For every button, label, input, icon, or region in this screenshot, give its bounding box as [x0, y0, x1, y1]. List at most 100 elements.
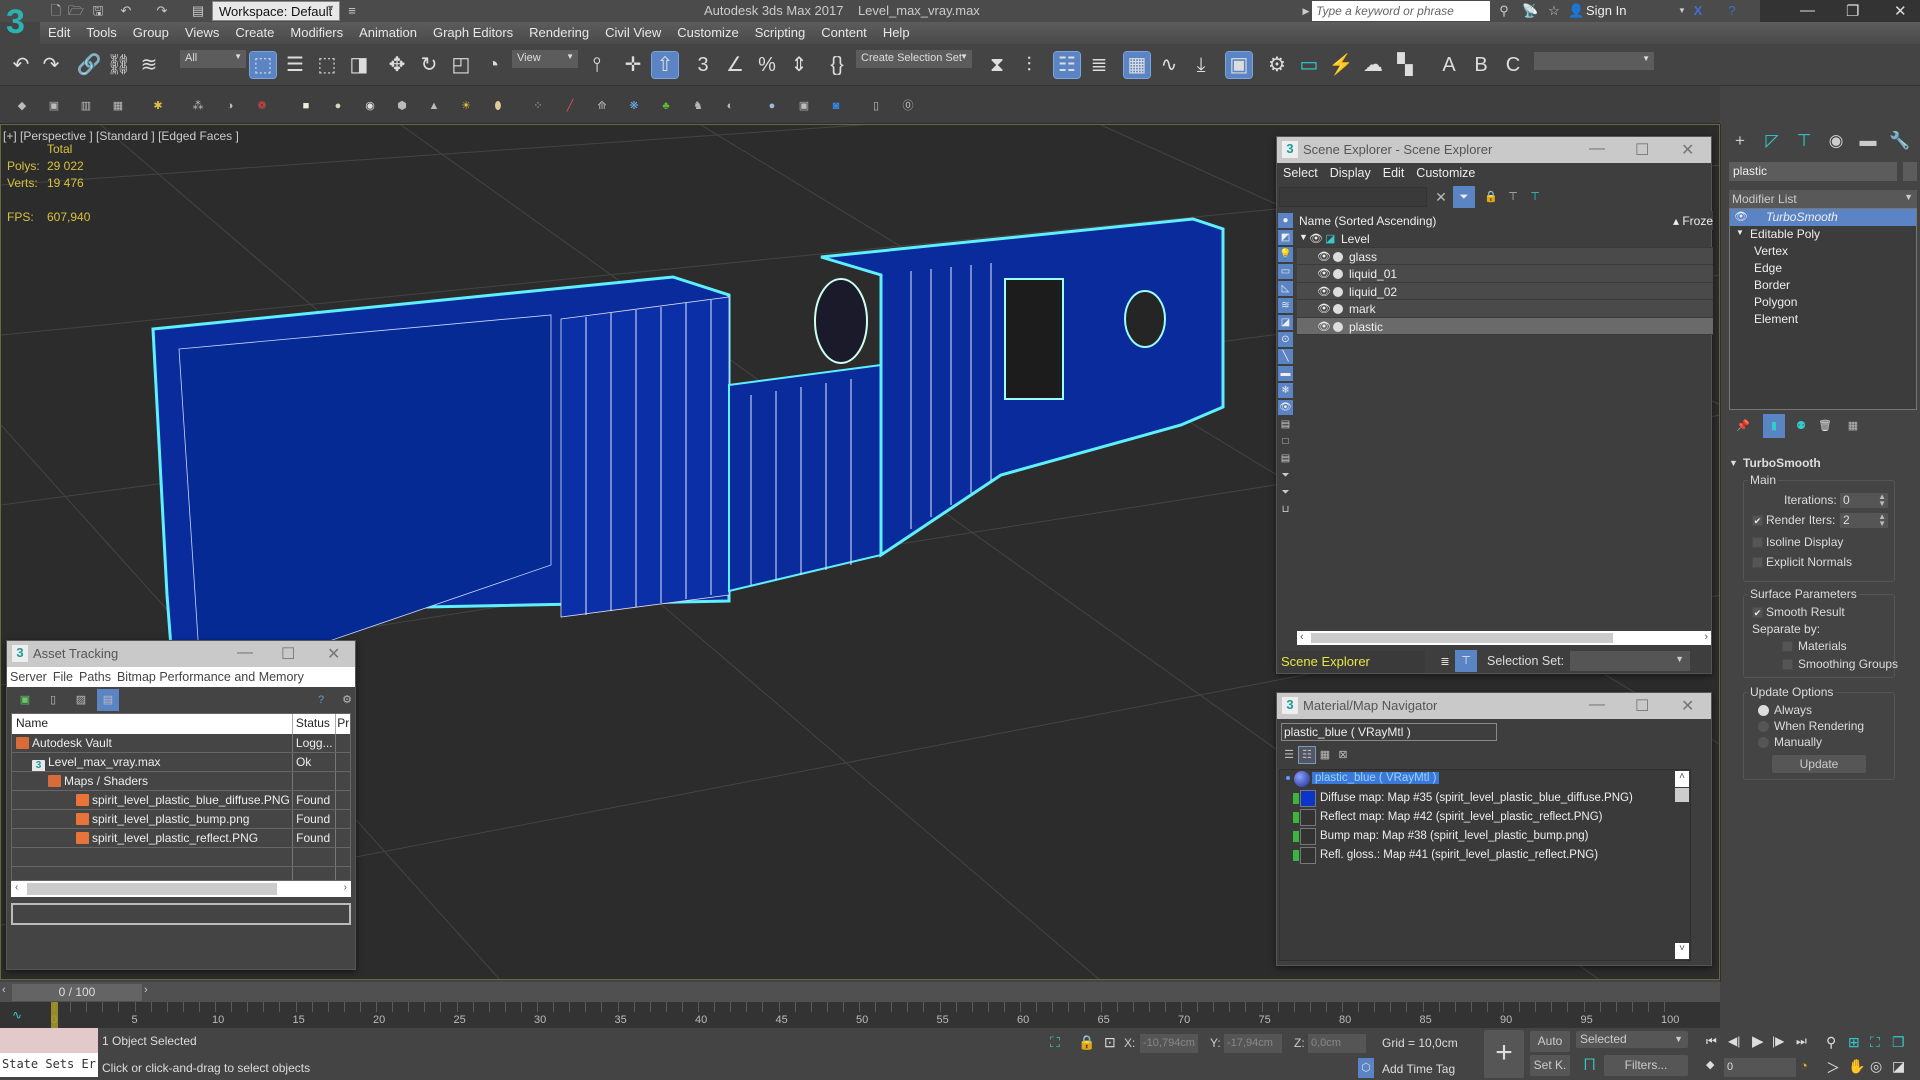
project-folder-icon[interactable]: ▤ — [190, 3, 206, 19]
rollout-title[interactable]: TurboSmooth — [1743, 456, 1821, 470]
maxscript-listener-output[interactable]: State Sets Er — [0, 1053, 98, 1077]
menu-create[interactable]: Create — [227, 22, 282, 43]
filter-icon[interactable]: ⏷ — [1278, 485, 1293, 500]
vray-sphere-icon[interactable]: ❋ — [626, 98, 642, 114]
make-unique-icon[interactable]: ⚉ — [1793, 418, 1809, 434]
list-view-icon[interactable]: ▯ — [45, 692, 61, 708]
previous-frame-icon[interactable]: ‹ — [2, 984, 6, 996]
toggle-ribbon-icon[interactable]: ▦ — [1123, 51, 1151, 79]
dummy-icon[interactable]: ⁂ — [190, 98, 206, 114]
search-input[interactable]: Type a keyword or phrase — [1312, 1, 1490, 21]
sun-icon[interactable]: ☀ — [458, 98, 474, 114]
visibility-eye-icon[interactable]: 👁 — [1317, 320, 1331, 333]
stack-subobject-border[interactable]: Border — [1730, 277, 1916, 294]
smooth-result-checkbox[interactable]: ✔ — [1752, 607, 1763, 618]
favorites-star-icon[interactable]: ☆ — [1546, 3, 1562, 19]
next-key-icon[interactable]: |▶ — [1772, 1034, 1784, 1048]
menu-customize[interactable]: Customize — [669, 22, 746, 43]
maximize-viewport-icon[interactable]: ◪ — [1892, 1058, 1905, 1075]
scene-horizontal-scrollbar[interactable]: ‹ › — [1297, 631, 1711, 645]
redo-icon[interactable]: ↷ — [38, 52, 64, 78]
current-frame-field[interactable]: 0 — [1724, 1058, 1796, 1077]
menu-server[interactable]: Server — [7, 667, 50, 687]
modifier-list-dropdown[interactable]: Modifier List ▼ — [1729, 190, 1917, 208]
stack-subobject-vertex[interactable]: Vertex — [1730, 243, 1916, 260]
column-frozen[interactable]: ▴ Froze — [1673, 214, 1713, 228]
orbit-icon[interactable]: ◎ — [1870, 1058, 1882, 1075]
play-icon[interactable]: ▶ — [1752, 1032, 1764, 1050]
cone-icon[interactable]: ▲ — [426, 98, 442, 114]
smoothing-groups-checkbox[interactable] — [1782, 659, 1793, 670]
workspace-dropdown[interactable]: Workspace: Default ▼ — [212, 1, 340, 21]
configure-modifier-sets-icon[interactable]: ▦ — [1845, 418, 1861, 434]
zoom-extents-all-icon[interactable]: ❐ — [1892, 1034, 1905, 1051]
visibility-eye-icon[interactable]: 👁 — [1309, 232, 1323, 245]
scrollbar-thumb[interactable] — [1311, 633, 1613, 643]
communication-center-icon[interactable]: 📡 — [1522, 3, 1538, 19]
close-icon[interactable]: ✕ — [1681, 140, 1694, 160]
render-setup-icon[interactable]: ⚙ — [1264, 52, 1290, 78]
collapse-triangle-icon[interactable]: ▼ — [1729, 458, 1738, 468]
menu-civil-view[interactable]: Civil View — [597, 22, 669, 43]
menu-edit[interactable]: Edit — [1377, 163, 1411, 183]
help-icon[interactable]: ? — [1724, 3, 1740, 19]
visibility-eye-icon[interactable]: 👁 — [1317, 285, 1331, 298]
menu-rendering[interactable]: Rendering — [521, 22, 597, 43]
selection-filter-dropdown[interactable]: All ▼ — [180, 50, 246, 68]
maximize-icon[interactable]: ☐ — [1635, 140, 1649, 160]
select-manipulate-icon[interactable]: ✛ — [620, 52, 646, 78]
cylinder-icon[interactable]: ◉ — [362, 98, 378, 114]
scrollbar-thumb[interactable] — [1675, 788, 1689, 802]
table-row[interactable]: spirit_level_plastic_bump.png Found — [12, 810, 350, 829]
new-file-icon[interactable]: 🗋 — [48, 3, 64, 19]
maximize-icon[interactable]: ☐ — [1635, 696, 1649, 716]
bones-filter-icon[interactable]: ╲ — [1278, 349, 1293, 364]
find-field[interactable] — [1279, 187, 1427, 207]
vray-light-icon[interactable]: ● — [764, 98, 780, 114]
scale-icon[interactable]: ◰ — [448, 52, 474, 78]
asset-tracking-titlebar[interactable]: 3 Asset Tracking — ☐ ✕ — [7, 641, 355, 667]
iterations-spinner[interactable]: 0 ▲ ▼ — [1840, 493, 1888, 508]
menu-scripting[interactable]: Scripting — [747, 22, 814, 43]
absolute-mode-icon[interactable]: ⊡ — [1104, 1034, 1116, 1051]
maximize-icon[interactable]: ☐ — [281, 644, 295, 664]
key-mode-icon[interactable]: ◆ — [1706, 1058, 1714, 1071]
time-tag-icon[interactable]: ⬡ — [1358, 1058, 1374, 1078]
lights-filter-icon[interactable]: 💡 — [1278, 247, 1293, 262]
invert-display-icon[interactable]: ▤ — [1278, 451, 1293, 466]
map-row[interactable]: Bump map: Map #38 (spirit_level_plastic_… — [1280, 827, 1690, 846]
tree-row-selected[interactable]: 👁 plastic — [1297, 317, 1713, 335]
map-row[interactable]: Reflect map: Map #42 (spirit_level_plast… — [1280, 808, 1690, 827]
visibility-eye-icon[interactable]: 👁 — [1317, 267, 1331, 280]
spinner-arrows-icon[interactable]: ▲ ▼ — [1878, 493, 1886, 508]
scrollbar-thumb[interactable] — [27, 883, 277, 895]
layers-icon[interactable]: ≣ — [1437, 654, 1453, 670]
menu-graph-editors[interactable]: Graph Editors — [425, 22, 521, 43]
angle-snap-icon[interactable]: ∠ — [722, 52, 748, 78]
local-scene-icon[interactable]: ⊔ — [1278, 502, 1293, 517]
vray-info-icon[interactable]: ⓪ — [900, 98, 916, 114]
scroll-left-icon[interactable]: ‹ — [1300, 631, 1304, 643]
time-configuration-icon[interactable]: ◔ — [1800, 1058, 1808, 1073]
rotate-icon[interactable]: ↻ — [416, 52, 442, 78]
bind-space-warp-icon[interactable]: ≋ — [136, 52, 162, 78]
render-icon[interactable]: ▣ — [46, 98, 62, 114]
radio-manually[interactable] — [1758, 737, 1769, 748]
render-iters-checkbox[interactable]: ✔ — [1752, 515, 1763, 526]
auto-key-button[interactable]: Auto — [1530, 1031, 1570, 1052]
settings-icon[interactable]: ⚙ — [339, 692, 355, 708]
asset-path-field[interactable] — [11, 903, 351, 925]
radio-always[interactable] — [1758, 705, 1769, 716]
app-logo[interactable]: 3 — [6, 2, 38, 46]
minimize-icon[interactable]: — — [1589, 696, 1605, 714]
figure-icon[interactable]: ♞ — [690, 98, 706, 114]
undo-icon[interactable]: ↶ — [118, 3, 134, 19]
table-row[interactable]: Maps / Shaders — [12, 772, 350, 791]
isolate-selection-icon[interactable]: ⛶ — [1050, 1034, 1060, 1051]
toggle-scene-explorer-icon[interactable]: ☷ — [1053, 51, 1081, 79]
chevron-down-icon[interactable]: ▼ — [1674, 3, 1690, 19]
customize-quick-access-icon[interactable]: ≡ — [344, 3, 360, 19]
vray-frame-buffer-icon[interactable]: ▯ — [868, 98, 884, 114]
key-tangent-icon[interactable]: ⨅ — [1584, 1056, 1595, 1073]
move-icon[interactable]: ✥ — [384, 52, 410, 78]
